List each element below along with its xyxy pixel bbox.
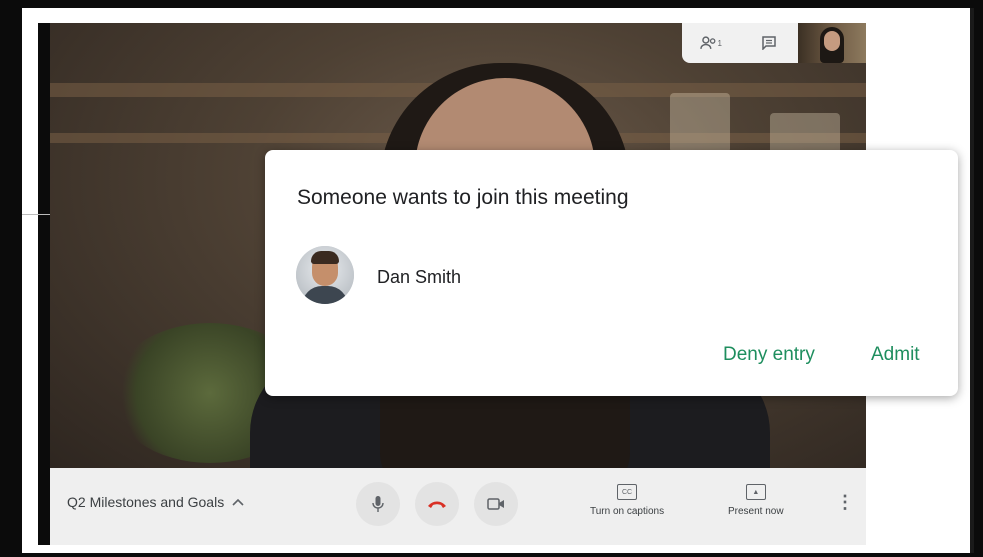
meeting-name: Q2 Milestones and Goals xyxy=(67,494,225,510)
people-glyph xyxy=(700,36,716,49)
left-border xyxy=(22,8,38,549)
requester-name: Dan Smith xyxy=(377,267,462,287)
self-view-thumbnail[interactable] xyxy=(798,23,866,63)
microphone-icon xyxy=(372,496,384,512)
captions-button[interactable]: CC Turn on captions xyxy=(590,484,664,517)
people-icon[interactable]: 1 xyxy=(700,33,722,53)
chevron-up-icon xyxy=(232,498,244,506)
admit-button[interactable]: Admit xyxy=(871,344,920,366)
top-controls: 1 xyxy=(682,23,866,63)
right-edge xyxy=(970,8,974,553)
captions-icon: CC xyxy=(617,484,638,500)
chat-icon[interactable] xyxy=(758,33,780,53)
deny-entry-button[interactable]: Deny entry xyxy=(723,344,815,366)
avatar-hair xyxy=(311,251,339,264)
present-label: Present now xyxy=(728,506,784,517)
meeting-details-toggle[interactable]: Q2 Milestones and Goals xyxy=(67,494,244,510)
bottom-border xyxy=(22,545,970,553)
captions-label: Turn on captions xyxy=(590,506,665,517)
microphone-button[interactable] xyxy=(356,482,400,526)
hangup-button[interactable] xyxy=(415,482,459,526)
join-request-dialog: Someone wants to join this meeting Dan S… xyxy=(265,150,958,396)
present-now-button[interactable]: ▲ Present now xyxy=(728,484,784,517)
meeting-toolbar: Q2 Milestones and Goals CC Turn on capti… xyxy=(50,468,866,545)
avatar xyxy=(296,246,354,304)
camera-icon xyxy=(487,498,504,510)
more-vert-icon[interactable]: ⋮ xyxy=(836,492,854,513)
participants-count: 1 xyxy=(717,38,722,48)
dialog-title: Someone wants to join this meeting xyxy=(297,186,629,209)
top-border xyxy=(22,8,970,23)
thumb-face xyxy=(824,31,840,51)
hangup-icon xyxy=(428,501,446,508)
camera-button[interactable] xyxy=(474,482,518,526)
chat-glyph xyxy=(762,36,776,50)
background-light xyxy=(670,93,730,153)
present-icon: ▲ xyxy=(745,484,766,500)
